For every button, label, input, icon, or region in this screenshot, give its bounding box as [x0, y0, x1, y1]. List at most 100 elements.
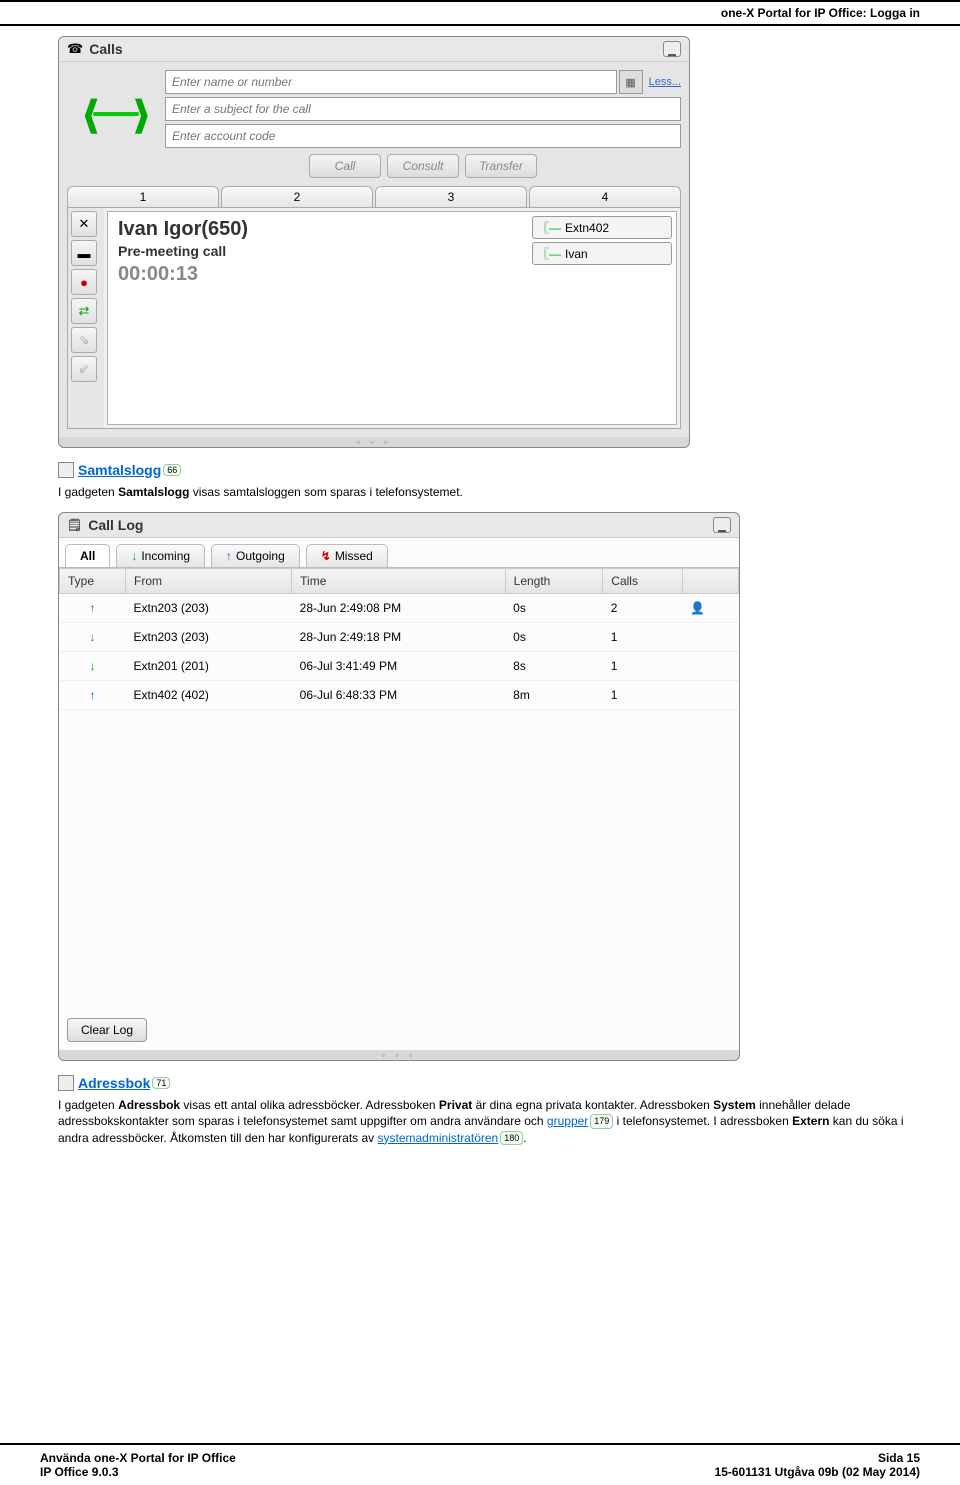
- cell-length: 8m: [505, 681, 603, 710]
- samtalslogg-page-badge: 66: [163, 464, 181, 476]
- transfer-complete-icon[interactable]: ⇄: [71, 298, 97, 324]
- cell-calls: 1: [603, 623, 682, 652]
- cell-length: 0s: [505, 623, 603, 652]
- cell-from: Extn402 (402): [126, 681, 292, 710]
- table-row[interactable]: ↑ Extn203 (203)28-Jun 2:49:08 PM0s2👤: [60, 594, 739, 623]
- call-subject: Pre-meeting call: [118, 243, 518, 259]
- call-button[interactable]: Call: [309, 154, 381, 178]
- outgoing-icon: ↑: [226, 549, 232, 563]
- grupper-link[interactable]: grupper: [547, 1114, 588, 1128]
- footer-left-2: IP Office 9.0.3: [40, 1465, 236, 1479]
- cell-from: Extn203 (203): [126, 623, 292, 652]
- footer-right-1: Sida 15: [715, 1451, 920, 1465]
- clear-log-button[interactable]: Clear Log: [67, 1018, 147, 1042]
- calls-title: Calls: [89, 41, 122, 57]
- page-footer: Använda one-X Portal for IP Office IP Of…: [0, 1443, 960, 1485]
- cell-extra: [682, 652, 738, 681]
- adressbok-link[interactable]: Adressbok: [78, 1075, 150, 1091]
- tab-missed[interactable]: ↯Missed: [306, 544, 388, 567]
- cell-time: 28-Jun 2:49:08 PM: [292, 594, 505, 623]
- type-icon: ↓: [90, 659, 96, 673]
- resize-handle[interactable]: ▫ ▫ ▫: [59, 437, 689, 447]
- calllog-title: Call Log: [88, 517, 143, 533]
- adressbok-page-badge: 71: [152, 1077, 170, 1089]
- col-time[interactable]: Time: [292, 569, 505, 594]
- minimize-icon[interactable]: [713, 517, 731, 533]
- cell-length: 0s: [505, 594, 603, 623]
- calllog-table: Type From Time Length Calls ↑ Extn203 (20…: [59, 568, 739, 710]
- tab-incoming[interactable]: ↓Incoming: [116, 544, 205, 567]
- type-icon: ↑: [90, 688, 96, 702]
- cell-from: Extn201 (201): [126, 652, 292, 681]
- adressbok-paragraph: I gadgeten Adressbok visas ett antal oli…: [58, 1097, 920, 1146]
- missed-icon: ↯: [321, 549, 331, 563]
- tag-ivan[interactable]: 〖— Ivan: [532, 242, 672, 265]
- tab-outgoing[interactable]: ↑Outgoing: [211, 544, 300, 567]
- table-row[interactable]: ↑ Extn402 (402)06-Jul 6:48:33 PM8m1: [60, 681, 739, 710]
- cell-time: 06-Jul 3:41:49 PM: [292, 652, 505, 681]
- table-row[interactable]: ↓ Extn203 (203)28-Jun 2:49:18 PM0s1: [60, 623, 739, 652]
- cell-extra: 👤: [682, 594, 738, 623]
- cell-time: 06-Jul 6:48:33 PM: [292, 681, 505, 710]
- col-length[interactable]: Length: [505, 569, 603, 594]
- call-tab-1[interactable]: 1: [67, 186, 219, 207]
- transfer-button[interactable]: Transfer: [465, 154, 537, 178]
- tab-all[interactable]: All: [65, 544, 110, 567]
- samtalslogg-icon: [58, 462, 74, 478]
- handset-icon: [67, 70, 165, 158]
- tag-label: Ivan: [565, 247, 588, 261]
- name-number-input[interactable]: [165, 70, 617, 94]
- consult-button[interactable]: Consult: [387, 154, 459, 178]
- col-type[interactable]: Type: [60, 569, 126, 594]
- action-b-icon[interactable]: ⇙: [71, 356, 97, 382]
- presence-icon: 〖—: [537, 245, 561, 262]
- footer-right-2: 15-601131 Utgåva 09b (02 May 2014): [715, 1465, 920, 1479]
- account-input[interactable]: [165, 124, 681, 148]
- table-row[interactable]: ↓ Extn201 (201)06-Jul 3:41:49 PM8s1: [60, 652, 739, 681]
- call-timer: 00:00:13: [118, 263, 518, 286]
- cell-time: 28-Jun 2:49:18 PM: [292, 623, 505, 652]
- log-icon: 🗒: [67, 518, 82, 532]
- samtalslogg-link[interactable]: Samtalslogg: [78, 462, 161, 478]
- page-header: one-X Portal for IP Office: Logga in: [0, 2, 960, 26]
- call-tab-2[interactable]: 2: [221, 186, 373, 207]
- cell-calls: 2: [603, 594, 682, 623]
- incoming-icon: ↓: [131, 549, 137, 563]
- col-from[interactable]: From: [126, 569, 292, 594]
- col-calls[interactable]: Calls: [603, 569, 682, 594]
- cell-from: Extn203 (203): [126, 594, 292, 623]
- call-tab-4[interactable]: 4: [529, 186, 681, 207]
- samtalslogg-paragraph: I gadgeten Samtalslogg visas samtalslogg…: [58, 484, 920, 500]
- record-icon[interactable]: ●: [71, 269, 97, 295]
- phone-icon: ☎: [67, 41, 83, 57]
- sysadmin-link[interactable]: systemadministratören: [378, 1131, 499, 1145]
- cell-calls: 1: [603, 681, 682, 710]
- type-icon: ↑: [90, 601, 96, 615]
- dialpad-icon[interactable]: ▦: [619, 70, 643, 94]
- calllog-gadget: 🗒 Call Log All ↓Incoming ↑Outgoing ↯Miss…: [58, 512, 740, 1061]
- adressbok-icon: [58, 1075, 74, 1091]
- action-a-icon[interactable]: ⇘: [71, 327, 97, 353]
- cell-length: 8s: [505, 652, 603, 681]
- caller-name: Ivan Igor(650): [118, 218, 518, 241]
- type-icon: ↓: [90, 630, 96, 644]
- calls-gadget: ☎ Calls ▦ Less...: [58, 36, 690, 448]
- resize-handle[interactable]: ▫ ▫ ▫: [59, 1050, 739, 1060]
- col-extra: [682, 569, 738, 594]
- grupper-badge: 179: [590, 1114, 613, 1128]
- tag-extn[interactable]: 〖— Extn402: [532, 216, 672, 239]
- calllog-tabs: All ↓Incoming ↑Outgoing ↯Missed: [59, 538, 739, 568]
- cell-extra: [682, 623, 738, 652]
- tag-label: Extn402: [565, 221, 609, 235]
- hold-icon[interactable]: ▬: [71, 240, 97, 266]
- cell-calls: 1: [603, 652, 682, 681]
- cell-extra: [682, 681, 738, 710]
- hangup-icon[interactable]: ✕: [71, 211, 97, 237]
- presence-icon: 〖—: [537, 219, 561, 236]
- footer-left-1: Använda one-X Portal for IP Office: [40, 1451, 236, 1465]
- less-link[interactable]: Less...: [649, 76, 681, 88]
- call-tab-3[interactable]: 3: [375, 186, 527, 207]
- sysadmin-badge: 180: [500, 1131, 523, 1145]
- minimize-icon[interactable]: [663, 41, 681, 57]
- subject-input[interactable]: [165, 97, 681, 121]
